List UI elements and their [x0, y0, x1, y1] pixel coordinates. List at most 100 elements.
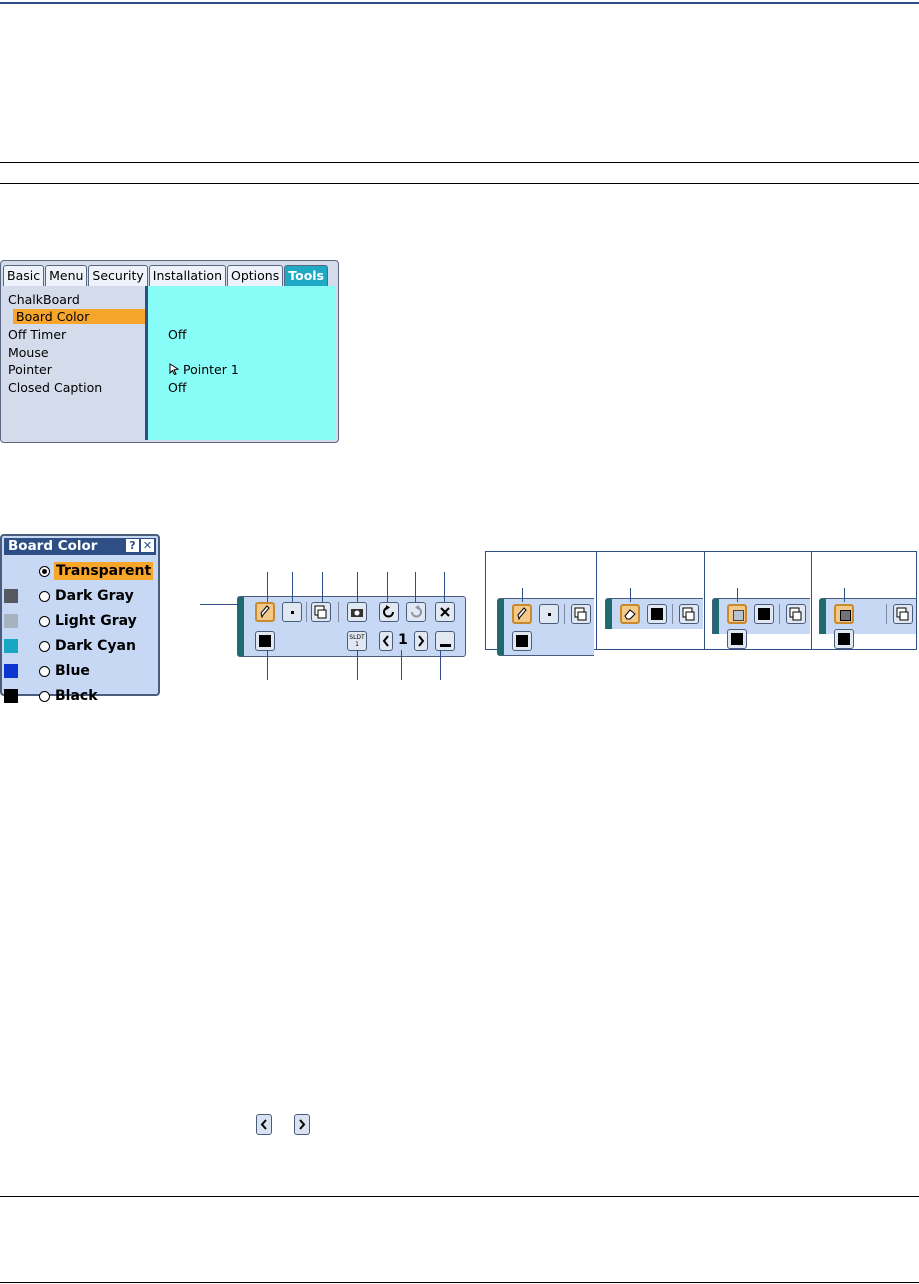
camera-icon [351, 609, 363, 617]
board-color-option[interactable]: Light Gray [4, 612, 156, 632]
tab-tools[interactable]: Tools [284, 265, 329, 286]
radio-button[interactable] [39, 616, 50, 627]
menu-item-closed-caption[interactable]: Closed Caption [8, 380, 102, 395]
dark-gray-icon [840, 610, 851, 621]
screen-capture-button[interactable] [571, 604, 591, 624]
board-color-option-label: Transparent [54, 562, 154, 580]
menu-item-off-timer[interactable]: Off Timer [8, 327, 66, 342]
tab-options[interactable]: Options [227, 265, 284, 286]
close-icon[interactable]: ✕ [141, 539, 154, 552]
inline-next-page-button[interactable] [294, 1114, 310, 1135]
point-size-button[interactable] [282, 602, 302, 622]
help-icon[interactable]: ? [126, 539, 139, 552]
color-icon [731, 633, 743, 645]
radio-button[interactable] [39, 641, 50, 652]
tools-menu-window: Basic Menu Security Installation Options… [0, 260, 339, 443]
delete-button[interactable] [435, 602, 455, 622]
color-button[interactable] [512, 631, 532, 651]
section-rule-1 [0, 162, 919, 163]
eraser-size-button[interactable] [647, 604, 667, 624]
radio-button[interactable] [39, 591, 50, 602]
delete-icon [440, 607, 450, 617]
toolbar-separator [338, 602, 339, 622]
menu-item-pointer[interactable]: Pointer [8, 362, 52, 377]
pen-icon [517, 607, 527, 621]
board-color-option-label: Black [55, 688, 98, 704]
variant-divider [704, 551, 705, 650]
bottom-rule [0, 1282, 919, 1283]
minimize-icon [440, 644, 451, 647]
board-color-option[interactable]: Black [4, 687, 156, 707]
prev-page-icon [382, 635, 389, 647]
callout-line [267, 572, 268, 602]
pointer-arrow-icon [169, 363, 180, 376]
color-icon [516, 635, 528, 647]
tab-menu[interactable]: Menu [45, 265, 88, 286]
callout-line [630, 588, 631, 602]
slide-button-number: 1 [355, 641, 359, 648]
dark-gray-button[interactable] [834, 604, 854, 624]
color-icon [838, 633, 850, 645]
radio-button[interactable] [39, 666, 50, 677]
slide-button[interactable]: SLDT 1 [347, 631, 367, 651]
color-button[interactable] [834, 629, 854, 649]
next-page-icon [299, 1119, 306, 1130]
minimize-button[interactable] [435, 631, 455, 651]
toolbar-separator [306, 602, 307, 622]
screen-capture-button[interactable] [786, 604, 806, 624]
toolbar-grip [820, 599, 826, 634]
board-color-option[interactable]: Transparent [16, 562, 156, 582]
undo-button[interactable] [379, 602, 399, 622]
inline-prev-page-button[interactable] [256, 1114, 272, 1135]
screen-capture-icon [314, 605, 327, 619]
closed-caption-value: Off [168, 380, 187, 395]
screen-capture-button[interactable] [893, 604, 913, 624]
light-gray-icon [733, 610, 744, 621]
color-swatch [4, 589, 18, 603]
menu-item-mouse[interactable]: Mouse [8, 345, 49, 360]
prev-page-button[interactable] [379, 631, 393, 651]
board-color-option[interactable]: Dark Gray [4, 587, 156, 607]
screen-capture-button[interactable] [679, 604, 699, 624]
chalkboard-toolbar: SLDT 1 1 [237, 596, 466, 657]
callout-line [440, 650, 441, 680]
off-timer-value: Off [168, 327, 187, 342]
color-button[interactable] [727, 629, 747, 649]
board-color-option[interactable]: Dark Cyan [4, 637, 156, 657]
tab-installation[interactable]: Installation [148, 265, 226, 286]
prev-page-icon [260, 1119, 267, 1130]
pen-button[interactable] [255, 602, 275, 622]
board-color-option[interactable]: Blue [4, 662, 156, 682]
top-rule [0, 2, 919, 4]
callout-line [200, 604, 238, 605]
redo-button[interactable] [406, 602, 426, 622]
callout-line [387, 572, 388, 602]
next-page-button[interactable] [414, 631, 428, 651]
size-button[interactable] [754, 604, 774, 624]
toolbar-separator [564, 604, 565, 624]
light-gray-button[interactable] [727, 604, 747, 624]
radio-button[interactable] [39, 691, 50, 702]
eraser-button[interactable] [620, 604, 640, 624]
screen-capture-button[interactable] [311, 602, 331, 622]
variant-divider [811, 551, 812, 650]
capture-camera-button[interactable] [347, 602, 367, 622]
toolbar-grip[interactable] [238, 597, 244, 656]
tab-basic[interactable]: Basic [3, 265, 45, 286]
slide-button-label: SLDT [349, 634, 365, 641]
pen-button[interactable] [512, 604, 532, 624]
tab-security[interactable]: Security [88, 265, 148, 286]
screen-capture-icon [682, 607, 695, 621]
toolbar-variant-eraser [605, 598, 703, 629]
color-button[interactable] [255, 631, 275, 651]
page-number: 1 [398, 632, 408, 648]
toolbar-grip [713, 599, 719, 634]
screen-capture-icon [574, 607, 587, 621]
menu-item-chalkboard[interactable]: ChalkBoard [8, 292, 80, 307]
menu-item-board-color[interactable]: Board Color [13, 309, 145, 324]
board-color-dialog: Board Color ? ✕ Transparent Dark Gray Ligh… [0, 534, 160, 704]
radio-button[interactable] [39, 566, 50, 577]
next-page-icon [418, 635, 425, 647]
point-size-button[interactable] [539, 604, 559, 624]
point-size-icon [291, 611, 294, 614]
